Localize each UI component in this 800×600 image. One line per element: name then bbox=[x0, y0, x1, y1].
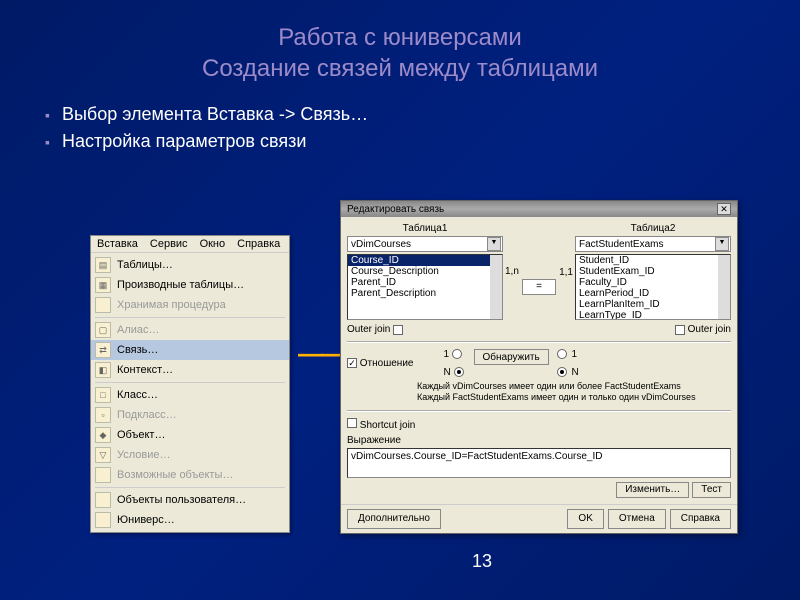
help-button[interactable]: Справка bbox=[670, 509, 731, 529]
menu-item-icon: ◆ bbox=[95, 427, 111, 443]
menu-item: Возможные объекты… bbox=[91, 465, 289, 485]
menu-item-icon bbox=[95, 467, 111, 483]
more-button[interactable]: Дополнительно bbox=[347, 509, 441, 529]
table1-fields[interactable]: Course_ID Course_Description Parent_ID P… bbox=[347, 254, 503, 320]
menu-item[interactable]: ◧Контекст… bbox=[91, 360, 289, 380]
join-operator[interactable]: = bbox=[522, 279, 556, 295]
expression-box[interactable]: vDimCourses.Course_ID=FactStudentExams.C… bbox=[347, 448, 731, 478]
menu-item: ▢Алиас… bbox=[91, 320, 289, 340]
outer-join-right[interactable]: Outer join bbox=[675, 324, 731, 335]
menu-item-icon: ▤ bbox=[95, 257, 111, 273]
dialog-titlebar[interactable]: Редактировать связь ✕ bbox=[341, 201, 737, 217]
menu-bar[interactable]: Вставка Сервис Окно Справка bbox=[91, 236, 289, 253]
outer-join-left[interactable]: Outer join bbox=[347, 324, 403, 335]
menu-item[interactable]: □Класс… bbox=[91, 385, 289, 405]
menu-item-icon: ◧ bbox=[95, 362, 111, 378]
menu-item-icon bbox=[95, 297, 111, 313]
table2-fields[interactable]: Student_ID StudentExam_ID Faculty_ID Lea… bbox=[575, 254, 731, 320]
edit-button[interactable]: Изменить… bbox=[616, 482, 689, 498]
menu-item[interactable]: Юниверс… bbox=[91, 510, 289, 530]
menu-item-icon: ▦ bbox=[95, 277, 111, 293]
relation-checkbox[interactable]: Отношение bbox=[347, 358, 413, 369]
menu-item[interactable]: ▤Таблицы… bbox=[91, 255, 289, 275]
table1-combo[interactable]: vDimCourses bbox=[347, 236, 503, 252]
bullet-item: Выбор элемента Вставка -> Связь… bbox=[45, 104, 800, 125]
table1-label: Таблица1 bbox=[347, 223, 503, 234]
menu-item-icon: □ bbox=[95, 387, 111, 403]
slide-title: Работа с юниверсами Создание связей межд… bbox=[0, 0, 800, 92]
menu-item[interactable]: ◆Объект… bbox=[91, 425, 289, 445]
menu-item[interactable]: ⇄Связь… bbox=[91, 340, 289, 360]
popup-menu: Вставка Сервис Окно Справка ▤Таблицы…▦Пр… bbox=[90, 235, 290, 533]
menu-item-icon: ▢ bbox=[95, 322, 111, 338]
menu-item: ▫Подкласс… bbox=[91, 405, 289, 425]
test-button[interactable]: Тест bbox=[692, 482, 731, 498]
menu-item[interactable]: Объекты пользователя… bbox=[91, 490, 289, 510]
menu-item-icon: ▽ bbox=[95, 447, 111, 463]
menu-item[interactable]: ▦Производные таблицы… bbox=[91, 275, 289, 295]
menu-item-icon: ⇄ bbox=[95, 342, 111, 358]
menu-item: ▽Условие… bbox=[91, 445, 289, 465]
cardinality-text: Каждый vDimCourses имеет один или более … bbox=[417, 381, 731, 404]
detect-button[interactable]: Обнаружить bbox=[474, 349, 549, 365]
shortcut-join-checkbox[interactable]: Shortcut join bbox=[347, 420, 415, 431]
ok-button[interactable]: OK bbox=[567, 509, 603, 529]
menu-item: Хранимая процедура bbox=[91, 295, 289, 315]
bullet-list: Выбор элемента Вставка -> Связь… Настрой… bbox=[0, 92, 800, 152]
menu-item-icon bbox=[95, 512, 111, 528]
page-number: 13 bbox=[472, 551, 492, 572]
close-icon[interactable]: ✕ bbox=[717, 203, 731, 215]
menu-item-icon bbox=[95, 492, 111, 508]
edit-link-dialog: Редактировать связь ✕ Таблица1 vDimCours… bbox=[340, 200, 738, 534]
bullet-item: Настройка параметров связи bbox=[45, 131, 800, 152]
table2-label: Таблица2 bbox=[575, 223, 731, 234]
cancel-button[interactable]: Отмена bbox=[608, 509, 666, 529]
menu-item-icon: ▫ bbox=[95, 407, 111, 423]
table2-combo[interactable]: FactStudentExams bbox=[575, 236, 731, 252]
